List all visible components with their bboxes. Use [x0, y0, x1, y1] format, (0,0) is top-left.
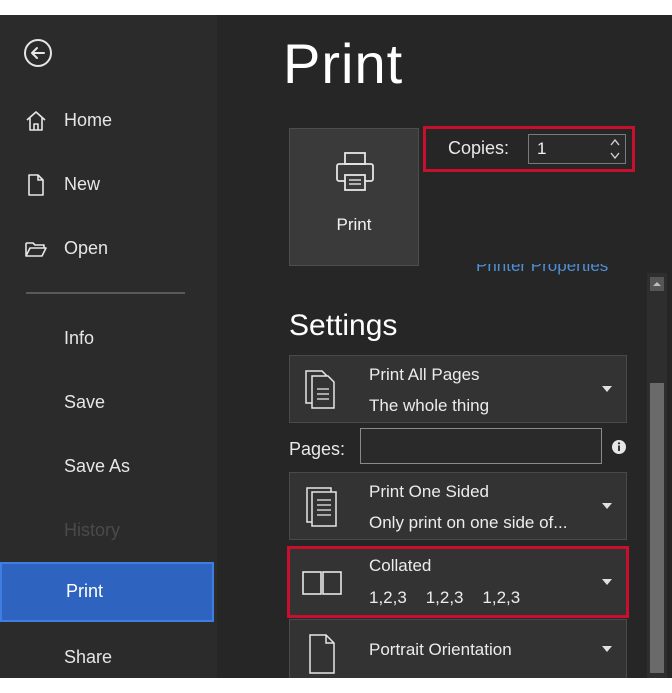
print-range-dropdown[interactable]: Print All Pages The whole thing — [289, 355, 627, 423]
sidebar-item-label: Open — [64, 238, 109, 258]
dropdown-title: Portrait Orientation — [369, 640, 512, 659]
copies-label: Copies: — [448, 138, 510, 158]
sidebar-item-save-as[interactable]: Save As — [0, 447, 217, 487]
sidebar-item-open[interactable]: Open — [0, 229, 217, 269]
dropdown-subtitle: Only print on one side of... — [369, 513, 568, 532]
portrait-icon — [309, 634, 335, 674]
sidebar-item-label: Share — [64, 647, 113, 667]
backstage-view: Home New Open Info Save Save As History — [0, 15, 672, 678]
sidebar-item-label: Save — [64, 392, 106, 412]
sidebar-item-home[interactable]: Home — [0, 101, 217, 141]
copies-input[interactable]: 1 — [528, 134, 626, 164]
copies-value: 1 — [537, 139, 547, 158]
sidebar-item-label: New — [64, 174, 101, 194]
sidebar-item-label: Info — [64, 328, 95, 348]
sidebar-item-save[interactable]: Save — [0, 383, 217, 423]
sidebar-item-label: Save As — [64, 456, 131, 476]
collation-dropdown[interactable]: Collated 1,2,3 1,2,3 1,2,3 — [287, 546, 629, 618]
dropdown-title: Print All Pages — [369, 365, 480, 384]
scroll-thumb[interactable] — [650, 383, 664, 673]
print-button[interactable]: Print — [289, 128, 419, 266]
print-button-label: Print — [336, 215, 372, 234]
sidebar-item-label: Print — [66, 581, 104, 601]
one-sided-icon — [306, 487, 337, 527]
collated-icon — [302, 571, 342, 595]
sides-dropdown[interactable]: Print One Sided Only print on one side o… — [289, 472, 627, 540]
pages-label: Pages: — [289, 439, 346, 459]
home-icon — [26, 111, 46, 131]
copies-control: Copies: 1 — [423, 126, 635, 172]
chevron-down-icon — [602, 386, 612, 392]
orientation-dropdown[interactable]: Portrait Orientation — [289, 619, 627, 678]
dropdown-title: Collated — [369, 556, 432, 575]
dropdown-title: Print One Sided — [369, 482, 490, 501]
scroll-up-icon[interactable] — [650, 277, 664, 291]
printer-properties-link[interactable]: Printer Properties — [476, 264, 608, 278]
sidebar-item-share[interactable]: Share — [0, 638, 217, 678]
chevron-down-icon — [602, 503, 612, 509]
chevron-down-icon — [602, 579, 612, 585]
dropdown-subtitle: 1,2,3 1,2,3 1,2,3 — [369, 588, 521, 607]
settings-heading: Settings — [289, 309, 398, 342]
spinner-arrows-icon[interactable] — [609, 137, 621, 161]
sidebar-item-info[interactable]: Info — [0, 319, 217, 359]
sidebar-item-label: Home — [64, 110, 113, 130]
printer-properties-label: Printer Properties — [476, 264, 609, 275]
page-title: Print — [283, 32, 404, 95]
dropdown-subtitle: The whole thing — [369, 396, 490, 415]
settings-scrollbar[interactable] — [647, 273, 667, 678]
backstage-sidebar: Home New Open Info Save Save As History — [0, 15, 217, 678]
chevron-down-icon — [602, 646, 612, 652]
pages-input[interactable] — [360, 428, 602, 464]
info-icon[interactable] — [611, 439, 627, 455]
back-arrow-icon — [24, 39, 52, 67]
pages-icon — [305, 370, 335, 409]
sidebar-item-new[interactable]: New — [0, 165, 217, 205]
folder-open-icon — [25, 242, 47, 257]
back-button[interactable] — [22, 37, 54, 69]
sidebar-item-history: History — [0, 511, 217, 551]
sidebar-item-print[interactable]: Print — [0, 562, 214, 622]
printer-icon — [336, 152, 374, 191]
sidebar-item-label: History — [64, 520, 121, 540]
new-document-icon — [28, 174, 44, 196]
sidebar-divider — [26, 292, 185, 294]
